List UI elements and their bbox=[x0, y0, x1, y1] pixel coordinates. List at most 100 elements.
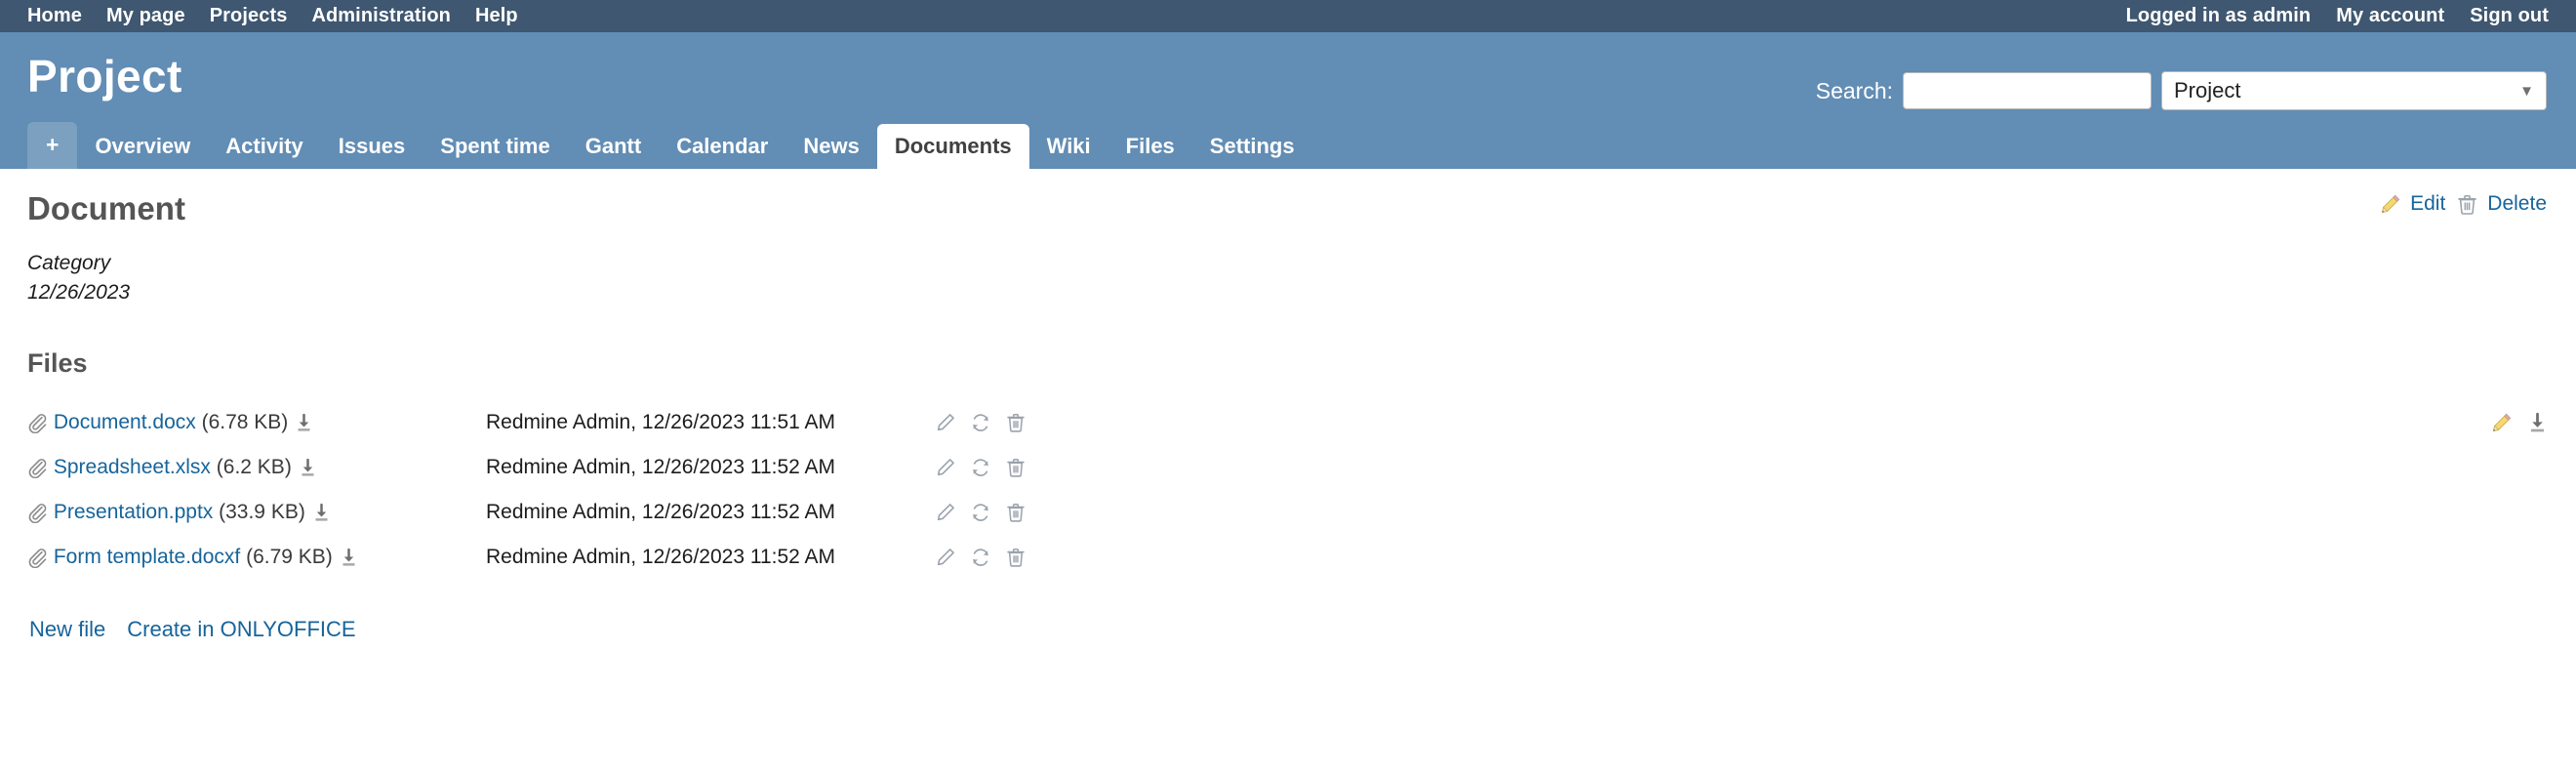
attachment-author: Redmine Admin, 12/26/2023 11:52 AM bbox=[486, 455, 836, 478]
project-header: Project Search: Project ▼ + Overview Act… bbox=[0, 32, 2576, 169]
attachment-filename-cell: Document.docx (6.78 KB) bbox=[27, 400, 486, 445]
edit-document-link[interactable]: Edit bbox=[2379, 192, 2445, 216]
attachment-filename-cell: Presentation.pptx (33.9 KB) bbox=[27, 490, 486, 535]
search-scope-select[interactable]: Project ▼ bbox=[2161, 71, 2547, 110]
attachment-link[interactable]: Document.docx bbox=[54, 411, 196, 433]
edit-pencil-icon[interactable] bbox=[935, 502, 956, 523]
edit-pencil-icon[interactable] bbox=[935, 457, 956, 478]
attachment-filename-cell: Form template.docxf (6.79 KB) bbox=[27, 535, 486, 580]
refresh-icon[interactable] bbox=[970, 502, 991, 523]
download-icon[interactable] bbox=[298, 458, 318, 478]
attachment-inline-actions bbox=[935, 547, 1026, 568]
attachment-row-actions-cell bbox=[1920, 490, 2549, 535]
delete-trash-icon[interactable] bbox=[1005, 457, 1026, 478]
attachment-size: (6.78 KB) bbox=[201, 410, 289, 433]
search-label: Search: bbox=[1815, 77, 1893, 103]
tab-overview[interactable]: Overview bbox=[77, 124, 208, 170]
attachment-row-actions-cell bbox=[1920, 445, 2549, 490]
attachment-row-actions-cell bbox=[1920, 535, 2549, 580]
attachment-size: (6.79 KB) bbox=[246, 545, 333, 568]
row-download-icon[interactable] bbox=[2526, 412, 2549, 434]
attachment-author: Redmine Admin, 12/26/2023 11:52 AM bbox=[486, 500, 836, 523]
paperclip-icon bbox=[27, 458, 48, 478]
search-scope-value: Project bbox=[2174, 78, 2241, 102]
tab-news[interactable]: News bbox=[785, 124, 876, 170]
tab-calendar[interactable]: Calendar bbox=[659, 124, 785, 170]
attachment-inline-actions bbox=[935, 412, 1026, 433]
logged-in-username: admin bbox=[2252, 5, 2312, 26]
attachment-inline-actions bbox=[935, 457, 1026, 478]
refresh-icon[interactable] bbox=[970, 457, 991, 478]
refresh-icon[interactable] bbox=[970, 412, 991, 433]
sign-out-link[interactable]: Sign out bbox=[2470, 5, 2549, 27]
tab-gantt[interactable]: Gantt bbox=[568, 124, 659, 170]
document-footer-actions: New file Create in ONLYOFFICE bbox=[27, 617, 2549, 642]
tab-spent-time[interactable]: Spent time bbox=[423, 124, 567, 170]
attachment-filename-cell: Spreadsheet.xlsx (6.2 KB) bbox=[27, 445, 486, 490]
main-content: Edit Delete Document Category 12/26/2023… bbox=[0, 169, 2576, 642]
download-icon[interactable] bbox=[294, 413, 314, 433]
trash-icon bbox=[2456, 193, 2478, 216]
table-row: Presentation.pptx (33.9 KB) Redmine Admi… bbox=[27, 490, 2549, 535]
search-input[interactable] bbox=[1903, 72, 2152, 109]
top-nav-help[interactable]: Help bbox=[475, 5, 518, 27]
document-date: 12/26/2023 bbox=[27, 280, 131, 304]
edit-pencil-icon[interactable] bbox=[935, 412, 956, 433]
create-in-onlyoffice-link[interactable]: Create in ONLYOFFICE bbox=[127, 617, 355, 642]
my-account-link[interactable]: My account bbox=[2336, 5, 2444, 27]
new-file-link[interactable]: New file bbox=[29, 617, 105, 642]
edit-label: Edit bbox=[2410, 192, 2446, 215]
top-navigation-bar: Home My page Projects Administration Hel… bbox=[0, 0, 2576, 32]
attachment-inline-actions-cell bbox=[935, 535, 1920, 580]
attachment-inline-actions bbox=[935, 502, 1026, 523]
quick-search: Search: Project ▼ bbox=[1816, 71, 2547, 110]
paperclip-icon bbox=[27, 548, 48, 568]
attachment-row-actions bbox=[2490, 412, 2549, 434]
table-row: Form template.docxf (6.79 KB) Redmine Ad… bbox=[27, 535, 2549, 580]
onlyoffice-edit-pencil-icon[interactable] bbox=[2490, 412, 2513, 434]
top-nav-left-group: Home My page Projects Administration Hel… bbox=[27, 5, 518, 27]
delete-trash-icon[interactable] bbox=[1005, 547, 1026, 568]
table-row: Document.docx (6.78 KB) Redmine Admin, 1… bbox=[27, 400, 2549, 445]
attachment-inline-actions-cell bbox=[935, 490, 1920, 535]
chevron-down-icon: ▼ bbox=[2519, 82, 2534, 100]
top-nav-right-group: Logged in as admin My account Sign out bbox=[2126, 5, 2549, 27]
attachment-link[interactable]: Form template.docxf bbox=[54, 546, 240, 568]
logged-in-prefix: Logged in as bbox=[2125, 5, 2253, 26]
delete-trash-icon[interactable] bbox=[1005, 412, 1026, 433]
logged-in-status: Logged in as admin bbox=[2126, 5, 2312, 27]
tab-add-new[interactable]: + bbox=[27, 122, 78, 169]
attachment-inline-actions-cell bbox=[935, 445, 1920, 490]
tab-settings[interactable]: Settings bbox=[1192, 124, 1312, 170]
table-row: Spreadsheet.xlsx (6.2 KB) Redmine Admin,… bbox=[27, 445, 2549, 490]
attachment-author: Redmine Admin, 12/26/2023 11:52 AM bbox=[486, 545, 836, 568]
tab-files[interactable]: Files bbox=[1108, 124, 1192, 170]
download-icon[interactable] bbox=[339, 548, 359, 568]
tab-issues[interactable]: Issues bbox=[321, 124, 423, 170]
contextual-actions: Edit Delete bbox=[2379, 192, 2547, 216]
refresh-icon[interactable] bbox=[970, 547, 991, 568]
document-meta: Category 12/26/2023 bbox=[27, 249, 2549, 307]
tab-activity[interactable]: Activity bbox=[208, 124, 320, 170]
top-nav-my-page[interactable]: My page bbox=[106, 5, 185, 27]
pencil-icon bbox=[2379, 193, 2401, 216]
attachment-size: (33.9 KB) bbox=[219, 500, 305, 523]
document-category: Category bbox=[27, 252, 111, 274]
top-nav-projects[interactable]: Projects bbox=[210, 5, 288, 27]
tab-wiki[interactable]: Wiki bbox=[1029, 124, 1108, 170]
top-nav-home[interactable]: Home bbox=[27, 5, 82, 27]
delete-document-link[interactable]: Delete bbox=[2456, 192, 2547, 216]
delete-label: Delete bbox=[2487, 192, 2547, 215]
tab-documents[interactable]: Documents bbox=[876, 123, 1029, 169]
download-icon[interactable] bbox=[311, 503, 332, 523]
attachment-link[interactable]: Presentation.pptx bbox=[54, 501, 213, 523]
attachment-author: Redmine Admin, 12/26/2023 11:51 AM bbox=[486, 410, 836, 433]
edit-pencil-icon[interactable] bbox=[935, 547, 956, 568]
attachment-inline-actions-cell bbox=[935, 400, 1920, 445]
attachment-link[interactable]: Spreadsheet.xlsx bbox=[54, 456, 211, 478]
delete-trash-icon[interactable] bbox=[1005, 502, 1026, 523]
page-title: Document bbox=[27, 190, 186, 226]
attachment-size: (6.2 KB) bbox=[216, 455, 292, 478]
top-nav-administration[interactable]: Administration bbox=[311, 5, 451, 27]
attachment-row-actions-cell bbox=[1920, 400, 2549, 445]
